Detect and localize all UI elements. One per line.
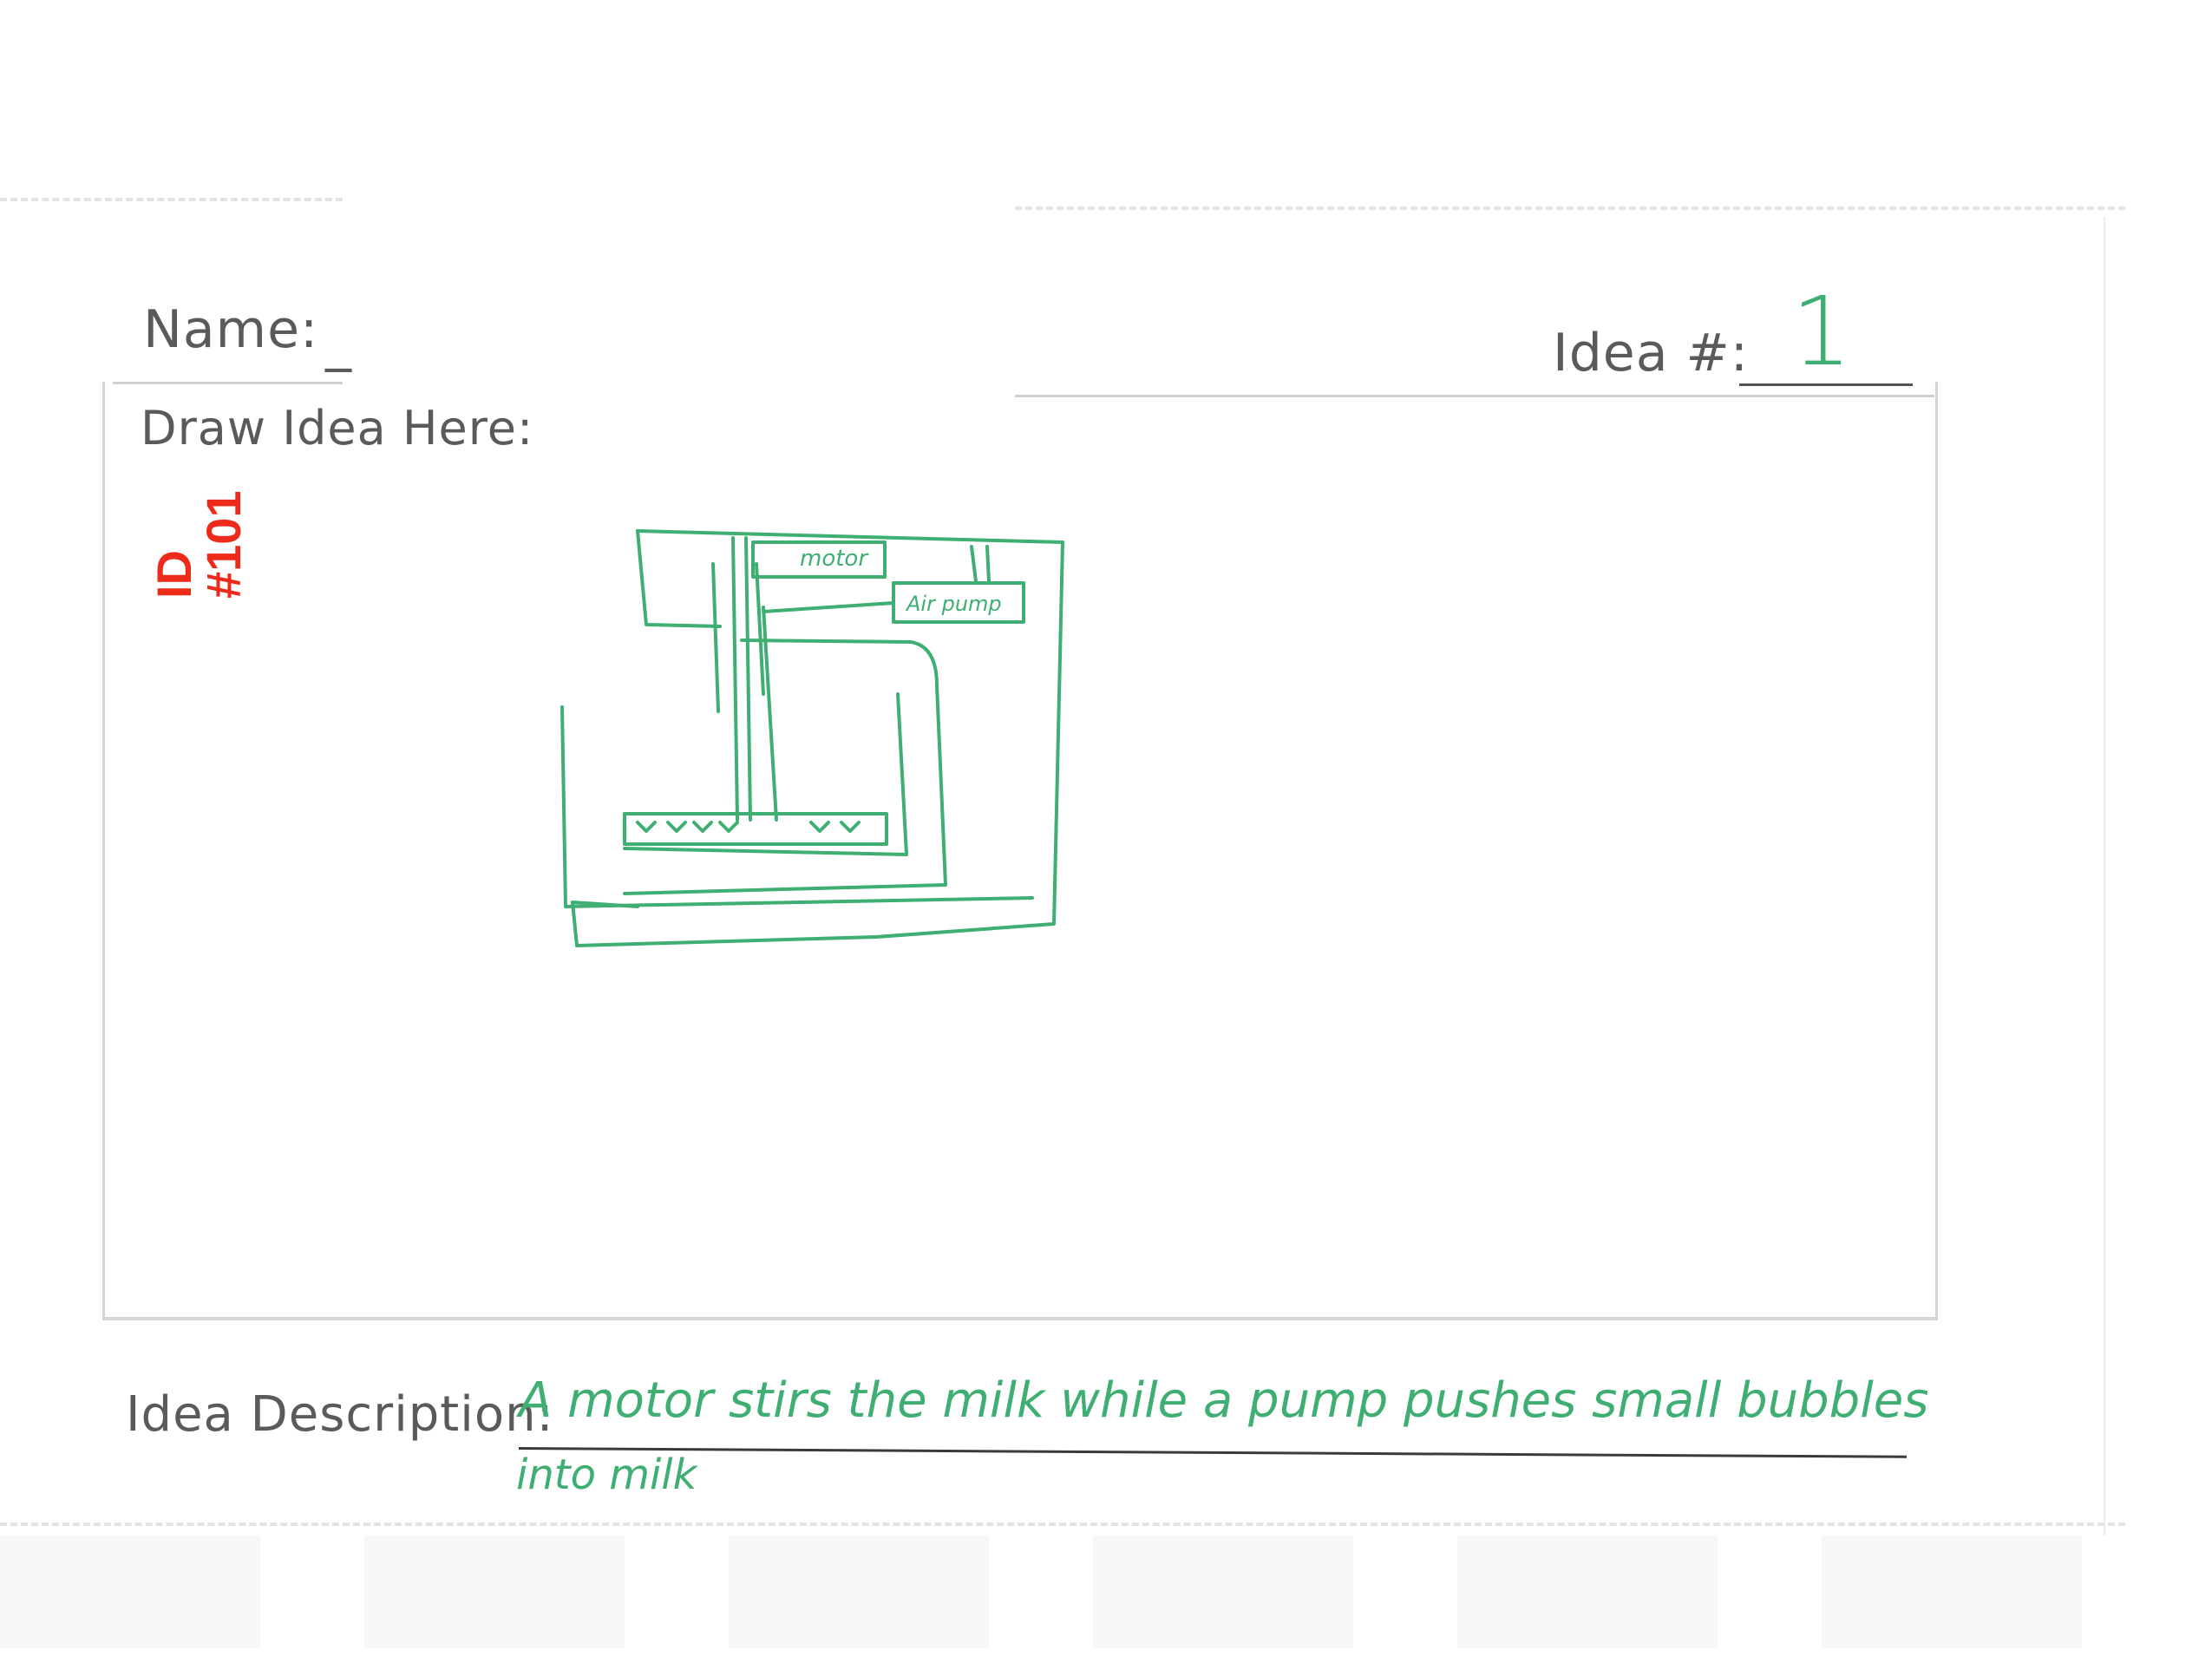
idea-description-line1: A motor stirs the milk while a pump push… (519, 1372, 1929, 1429)
sketch-top-left (636, 529, 722, 628)
sketch-shaft-right (744, 536, 752, 822)
sketch-tube-left (711, 562, 720, 713)
idea-description-line2: into milk (516, 1451, 697, 1499)
sketch-shaft-left (731, 536, 739, 822)
sketch-left-wall (560, 705, 1034, 908)
sketch-inner-wall (623, 692, 908, 856)
sketch-motor-label: motor (800, 546, 869, 572)
sketch-pump-label: Air pump (905, 592, 1002, 616)
idea-description-label: Idea Description: (126, 1386, 554, 1443)
